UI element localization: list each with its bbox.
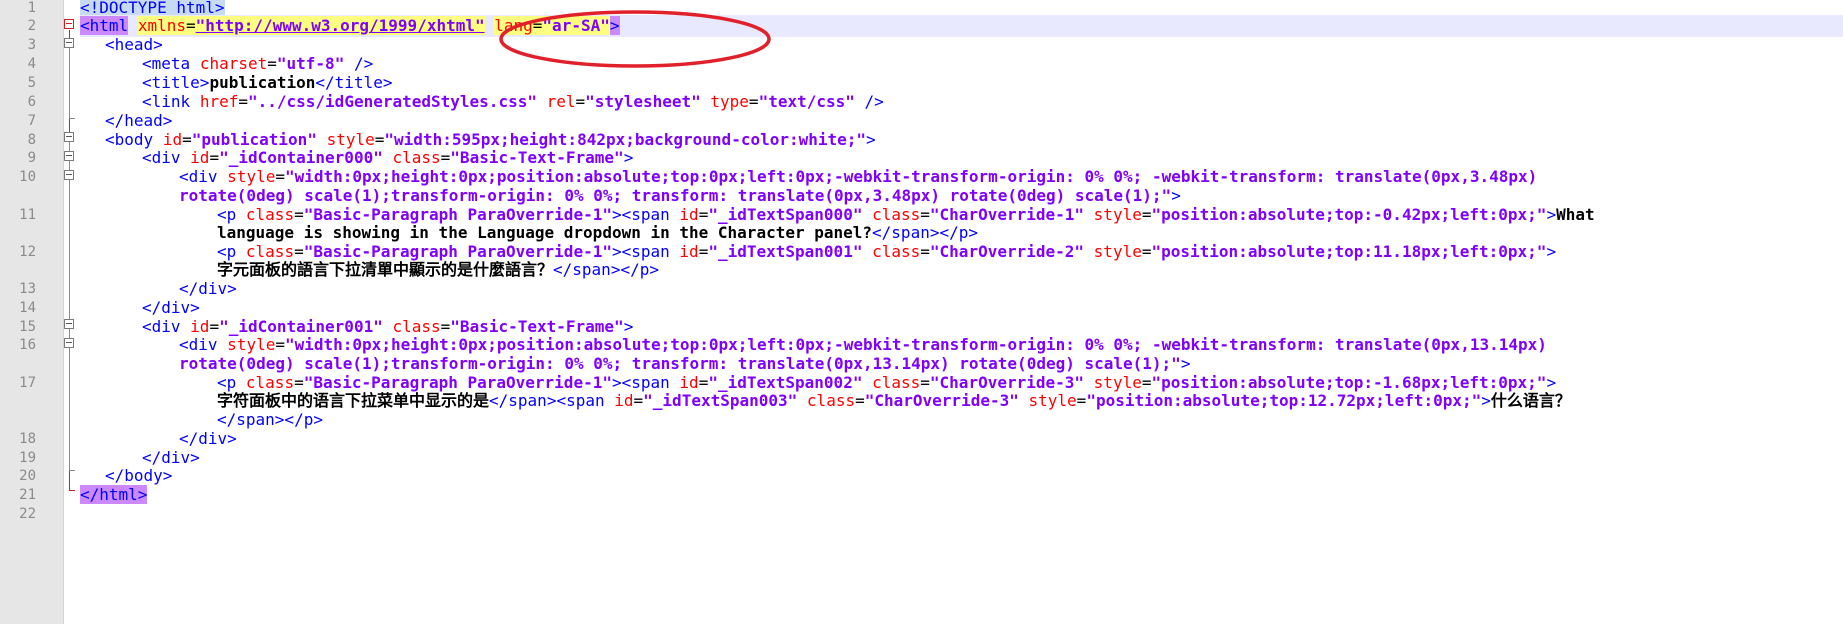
style-value: "width:0px;height:0px;position:absolute;…	[284, 335, 1547, 354]
style-attribute: style	[227, 335, 276, 354]
head-open-tag: <head>	[105, 35, 163, 54]
code-editor[interactable]: 1 <!DOCTYPE html> 2 <html xmlns="http://…	[0, 0, 1843, 624]
lang-value: "ar-SA"	[542, 16, 610, 35]
tag-close: >	[1180, 354, 1191, 373]
line-number: 22	[19, 506, 36, 522]
close-tags: </span></p>	[872, 223, 978, 242]
span-tags: </span><span	[489, 391, 605, 410]
rel-value: "stylesheet"	[585, 92, 701, 111]
class-attribute: class	[392, 148, 441, 167]
style-attribute: style	[227, 167, 276, 186]
meta-tag: <meta	[142, 54, 191, 73]
type-attribute: type	[710, 92, 749, 111]
title-text: publication	[209, 73, 316, 92]
text-content: language is showing in the Language drop…	[217, 223, 873, 242]
div-open-tag: <div	[179, 167, 218, 186]
xmlns-attribute: xmlns	[137, 16, 186, 35]
html-tag-close-bracket: >	[609, 16, 620, 35]
style-value: "position:absolute;top:12.72px;left:0px;…	[1086, 391, 1482, 410]
tag-close: />	[344, 54, 374, 73]
href-attribute: href	[199, 92, 239, 111]
link-tag: <link	[142, 92, 191, 111]
equals-sign: =	[532, 16, 543, 35]
div-open-tag: <div	[142, 148, 181, 167]
tag-close: >	[1481, 391, 1491, 410]
title-open-tag: <title>	[142, 73, 210, 92]
class-attribute: class	[806, 391, 856, 410]
equals-sign: =	[185, 16, 196, 35]
class-value: "Basic-Text-Frame"	[450, 148, 624, 167]
text-content: 字符面板中的语言下拉菜单中显示的是	[217, 391, 490, 410]
style-value-continued: rotate(0deg) scale(1);transform-origin: …	[179, 186, 1172, 205]
tag-close: />	[854, 92, 884, 111]
charset-value: "utf-8"	[276, 54, 345, 73]
id-value: "_idTextSpan003"	[643, 391, 798, 410]
rel-attribute: rel	[546, 92, 576, 111]
tag-close: >	[1171, 186, 1181, 205]
close-tags: </span></p>	[217, 410, 323, 429]
class-value: "CharOverride-3"	[864, 391, 1019, 410]
href-value: "../css/idGeneratedStyles.css"	[247, 92, 537, 111]
body-close-tag: </body>	[105, 466, 173, 485]
style-value: "width:0px;height:0px;position:absolute;…	[284, 167, 1538, 186]
equals-sign: =	[267, 54, 277, 73]
xmlns-url-link[interactable]: "http://www.w3.org/1999/xhtml"	[195, 16, 485, 35]
close-tags: </span></p>	[553, 260, 659, 279]
div-open-tag: <div	[179, 335, 218, 354]
id-attribute: id	[614, 391, 634, 410]
style-value-continued: rotate(0deg) scale(1);transform-origin: …	[179, 354, 1181, 373]
lang-attribute: lang	[494, 16, 533, 35]
html-close-tag: </html>	[80, 485, 148, 504]
text-content: 字元面板的語言下拉清單中顯示的是什麼語言？	[217, 260, 554, 279]
type-value: "text/css"	[758, 92, 855, 111]
code-line[interactable]: 22	[0, 503, 1843, 525]
charset-attribute: charset	[199, 54, 268, 73]
div-close-tag: </div>	[179, 429, 237, 448]
style-attribute: style	[1028, 391, 1077, 410]
title-close-tag: </title>	[315, 73, 393, 92]
tag-close: >	[623, 148, 634, 167]
div-close-tag: </div>	[179, 279, 237, 298]
div-close-tag: </div>	[142, 298, 200, 317]
text-content: 什么语言？	[1490, 391, 1571, 410]
id-attribute: id	[190, 148, 210, 167]
html-open-tag: <html	[80, 16, 129, 35]
id-value: "_idContainer000"	[219, 148, 383, 167]
head-close-tag: </head>	[105, 111, 173, 130]
